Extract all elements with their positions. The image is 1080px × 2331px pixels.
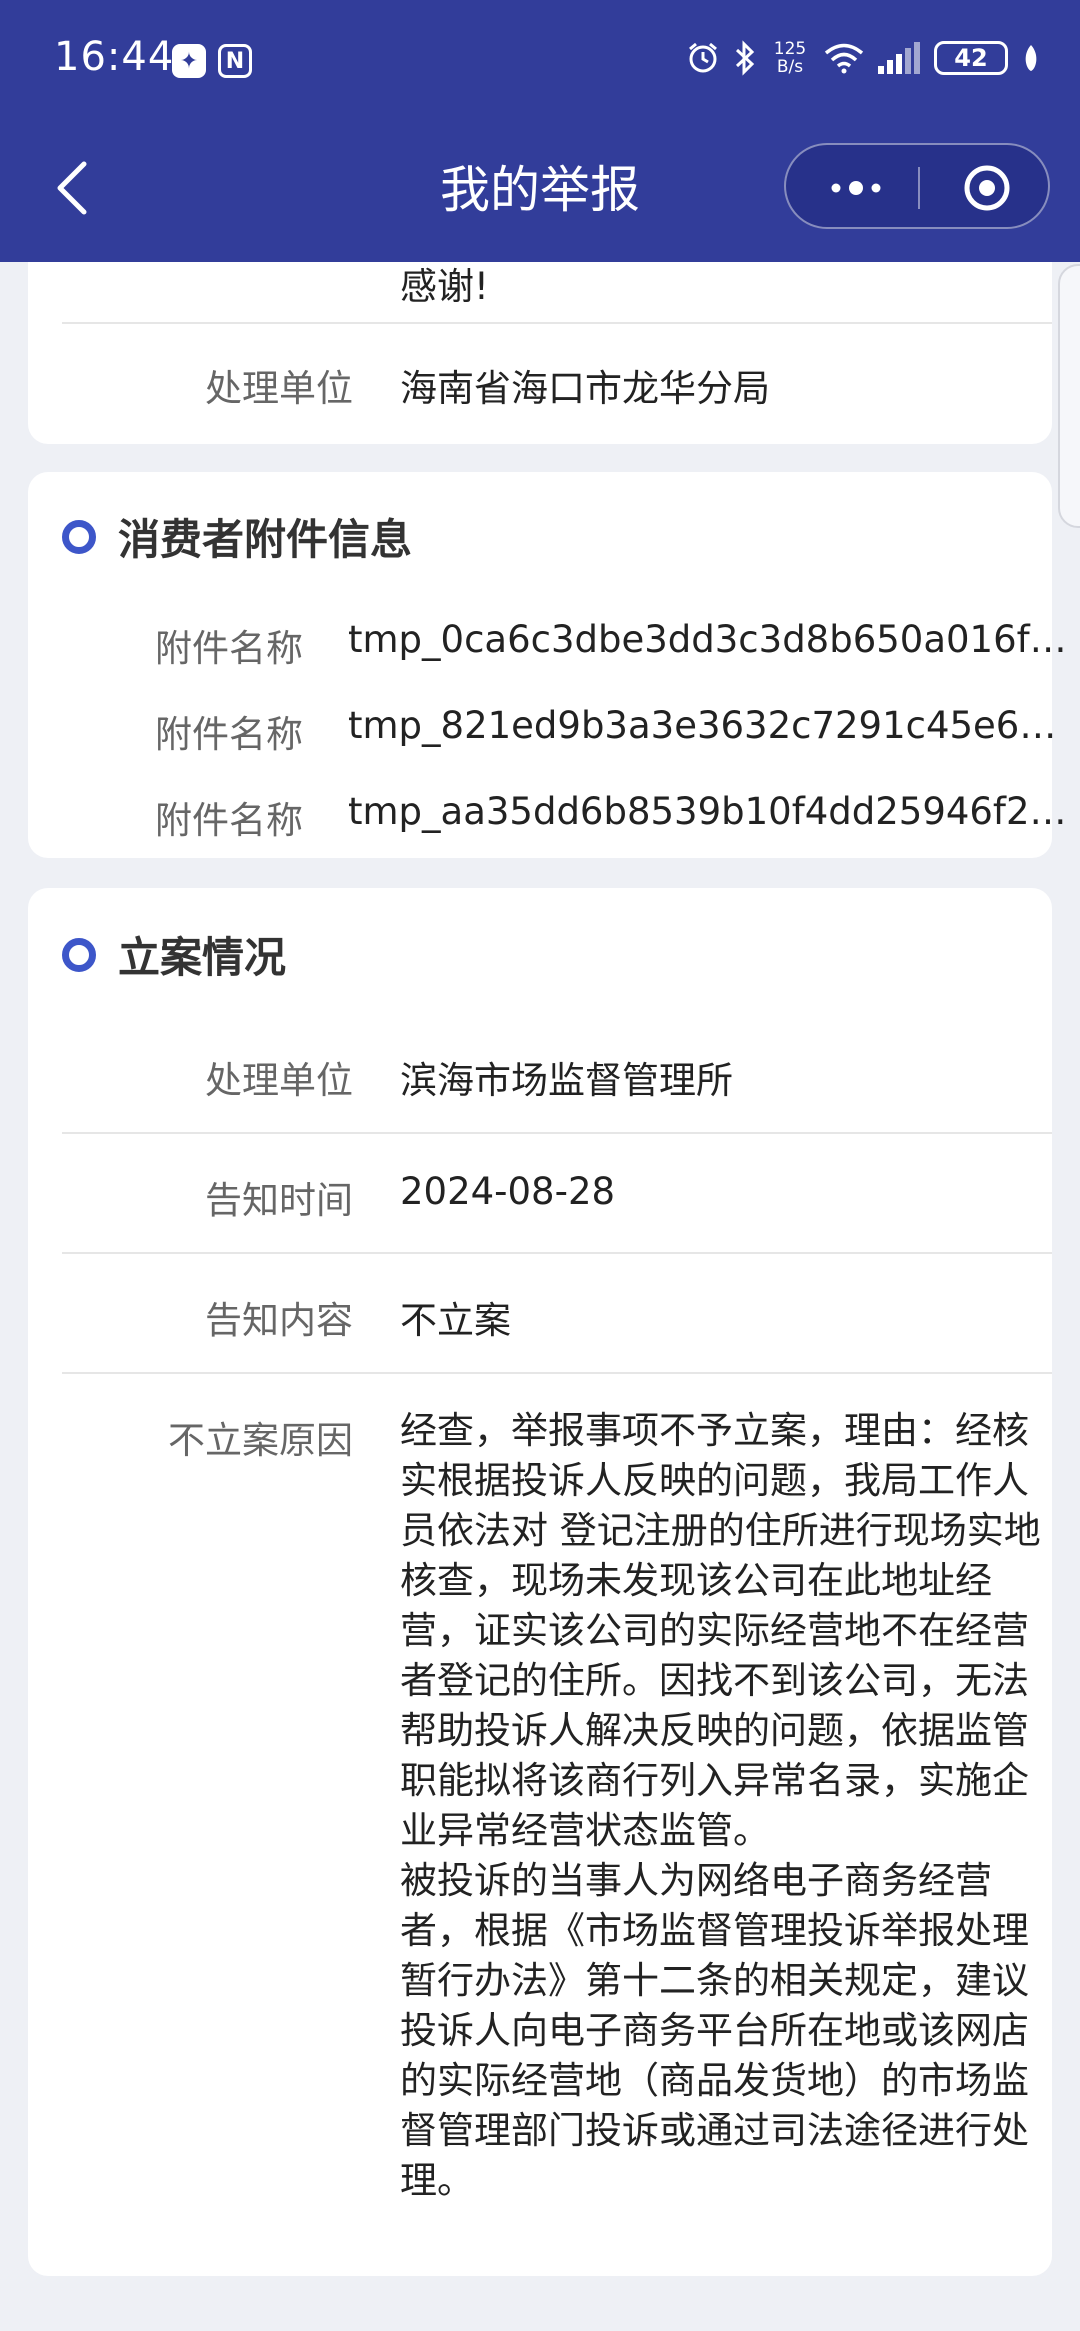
attachments-section-title: 消费者附件信息 (118, 515, 413, 564)
notice-content-label: 告知内容 (205, 1299, 353, 1342)
notice-content-value: 不立案 (400, 1299, 511, 1342)
battery-indicator: 42 (934, 41, 1008, 75)
section-dot-icon (62, 937, 96, 972)
handling-unit-value: 海南省海口市龙华分局 (400, 367, 770, 410)
status-right-icons: 125 B/s 42 (686, 40, 1040, 76)
app-notification-icon: ✦ (172, 44, 206, 78)
header: 16:44 ✦ N 125 B/s 42 我的举报 (0, 0, 1080, 262)
row-divider (62, 322, 1052, 324)
attachments-card: 消费者附件信息 附件名称 tmp_0ca6c3dbe3dd3c3d8b650a0… (28, 472, 1068, 858)
signal-icon (878, 42, 920, 74)
non-filing-reason-label: 不立案原因 (168, 1419, 353, 1462)
side-scroll-edge (1058, 264, 1080, 528)
nfc-icon: N (218, 44, 252, 78)
status-bar: 16:44 ✦ N 125 B/s 42 (0, 0, 1080, 125)
notice-time-value: 2024-08-28 (400, 1170, 616, 1213)
attachment-name-label: 附件名称 (155, 799, 303, 842)
leaf-icon (1025, 45, 1037, 71)
handling-unit-label: 处理单位 (205, 367, 353, 410)
attachments-section-header: 消费者附件信息 (62, 506, 412, 567)
status-time: 16:44 (54, 34, 175, 80)
attachment-file-link[interactable]: tmp_aa35dd6b8539b10f4dd25946f2… (348, 790, 1068, 833)
row-divider (62, 1132, 1052, 1134)
attachment-file-link[interactable]: tmp_821ed9b3a3e3632c7291c45e6a… (348, 704, 1068, 747)
non-filing-reason-text: 经查，举报事项不予立案，理由：经核实根据投诉人反映的问题，我局工作人员依法对 登… (400, 1409, 1041, 2202)
notice-time-label: 告知时间 (205, 1179, 353, 1222)
row-divider (62, 1252, 1052, 1254)
attachment-name-label: 附件名称 (155, 627, 303, 670)
bluetooth-icon (735, 40, 755, 76)
row-divider (62, 1372, 1052, 1374)
wifi-icon (824, 43, 864, 74)
filing-handling-unit-label: 处理单位 (205, 1059, 353, 1102)
filing-section-header: 立案情况 (62, 924, 286, 985)
filing-section-title: 立案情况 (118, 933, 287, 982)
alarm-icon (689, 42, 717, 73)
more-button[interactable] (826, 173, 886, 203)
capsule-divider (918, 167, 920, 209)
attachment-name-label: 附件名称 (155, 713, 303, 756)
attachment-file-link[interactable]: tmp_0ca6c3dbe3dd3c3d8b650a016f… (348, 618, 1068, 661)
filing-status-card: 立案情况 处理单位 滨海市场监督管理所 告知时间 2024-08-28 告知内容… (28, 888, 1052, 2276)
network-speed: 125 B/s (773, 39, 807, 77)
section-dot-icon (62, 519, 96, 554)
status-left-icons: ✦ N (172, 44, 252, 78)
close-mini-program-button[interactable] (962, 163, 1012, 213)
partial-text: 感谢! (400, 265, 489, 308)
mini-program-capsule (784, 143, 1050, 229)
filing-handling-unit-value: 滨海市场监督管理所 (400, 1059, 733, 1102)
